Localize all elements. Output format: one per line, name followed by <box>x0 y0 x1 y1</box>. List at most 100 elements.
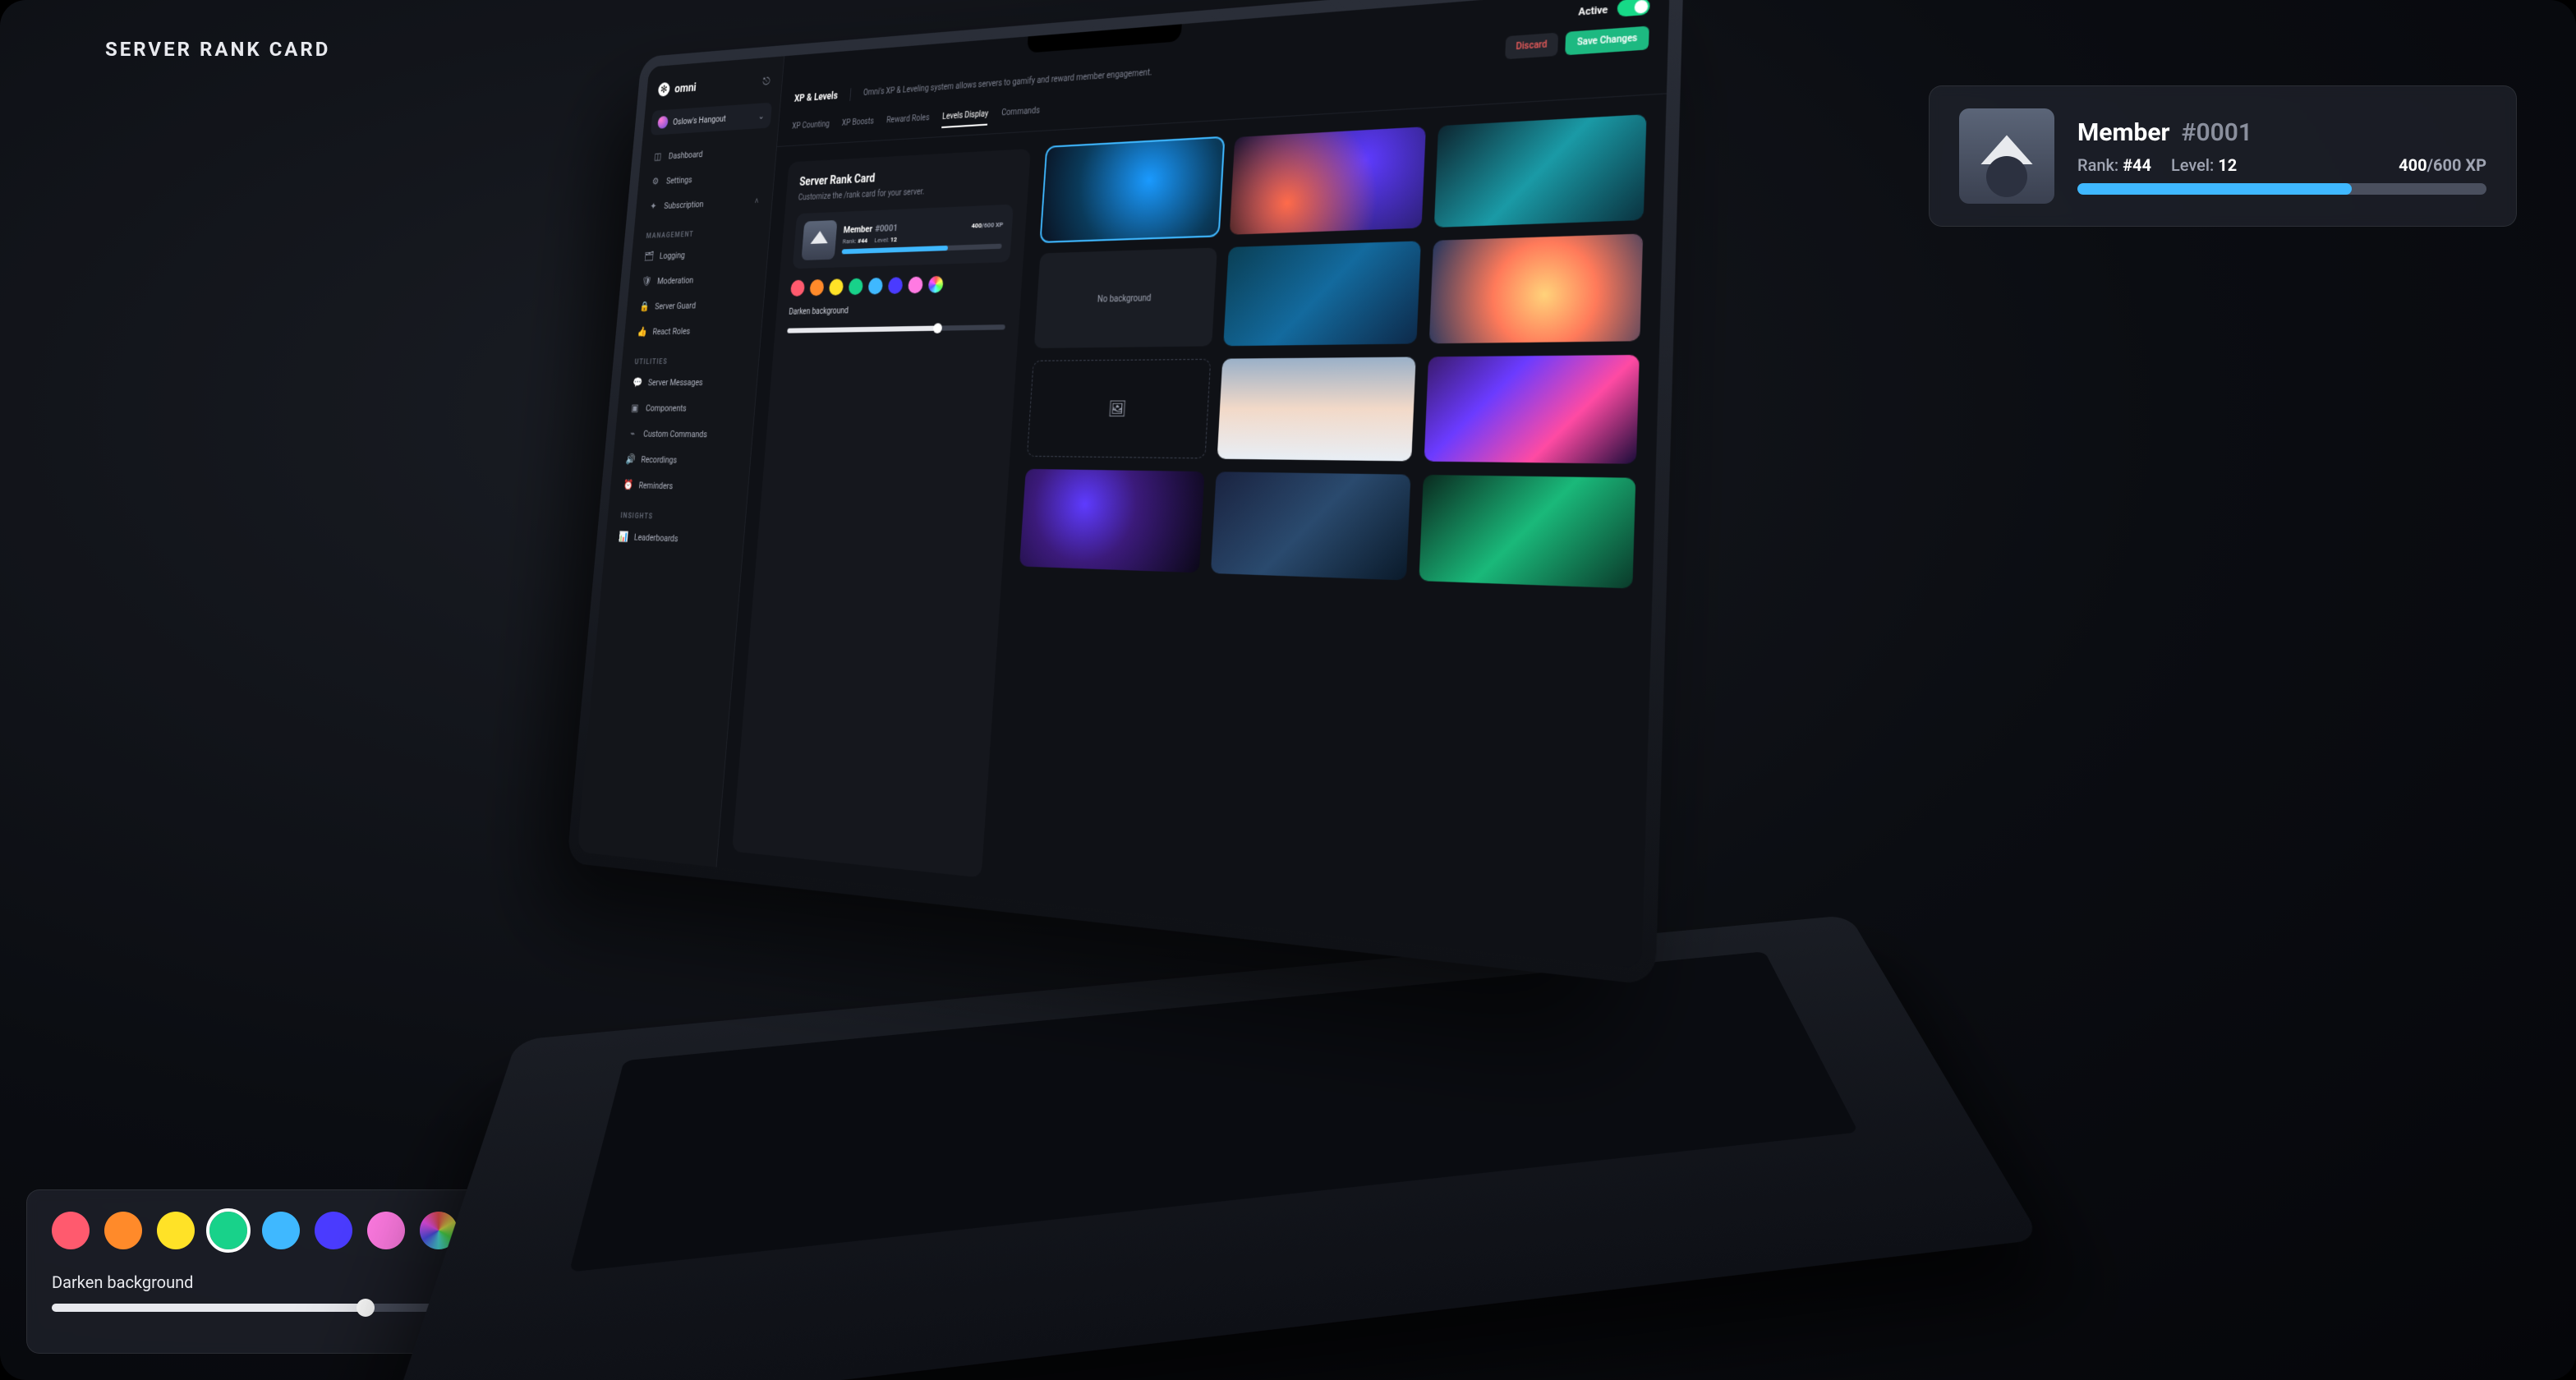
sidebar-item-leaderboards[interactable]: 📊 Leaderboards <box>613 525 736 552</box>
rank-card-settings-panel: Server Rank Card Customize the /rank car… <box>732 149 1031 878</box>
logo-icon <box>658 82 670 97</box>
color-swatch[interactable] <box>829 278 844 295</box>
clock-icon: ⏰ <box>623 479 632 490</box>
bg-tile[interactable] <box>1041 138 1223 242</box>
sidebar-item-label: Logging <box>659 250 685 261</box>
sidebar-item-label: React Roles <box>652 325 691 336</box>
color-swatch[interactable] <box>104 1212 142 1249</box>
sidebar-item-logging[interactable]: 🗂 Logging <box>638 241 761 267</box>
bg-tile[interactable] <box>1419 475 1635 589</box>
bg-tile[interactable] <box>1211 472 1411 580</box>
sidebar-item-recordings[interactable]: 🔊 Recordings <box>619 448 743 472</box>
color-swatch[interactable] <box>52 1212 90 1249</box>
sidebar-item-label: Moderation <box>657 274 694 286</box>
sidebar-item-label: Server Messages <box>647 377 703 388</box>
sidebar-item-react-roles[interactable]: 👍React Roles <box>632 319 754 343</box>
xp-current: 400 <box>2399 155 2426 175</box>
save-button[interactable]: Save Changes <box>1566 26 1649 56</box>
sidebar-item-components[interactable]: ▣Components <box>624 397 748 420</box>
sidebar-section-header: UTILITIES <box>629 352 752 368</box>
tab-commands[interactable]: Commands <box>1000 101 1041 124</box>
active-toggle[interactable] <box>1617 0 1650 17</box>
tab-reward-roles[interactable]: Reward Roles <box>886 108 930 131</box>
bg-tile-upload[interactable]: 🖼 <box>1027 359 1211 459</box>
color-swatch[interactable] <box>367 1212 405 1249</box>
xp-max: /600 XP <box>2427 155 2486 175</box>
color-swatch[interactable] <box>908 277 923 294</box>
laptop-mockup: omni ⎋ Oslow's Hangout ⌄ ◫Dashboard ⚙Set… <box>567 33 2292 1347</box>
chevron-up-icon: ˄ <box>754 197 759 206</box>
grid-icon: ◫ <box>653 151 663 163</box>
color-swatch[interactable] <box>157 1212 195 1249</box>
darken-bg-label: Darken background <box>789 303 1007 317</box>
level-label: Level: <box>874 236 889 244</box>
bg-tile-none[interactable]: No background <box>1034 247 1217 348</box>
color-swatch-custom[interactable] <box>928 276 944 293</box>
image-icon: 🖼 <box>1107 399 1127 418</box>
chart-icon: 📊 <box>619 531 628 542</box>
sidebar-item-settings[interactable]: ⚙Settings <box>645 164 766 193</box>
cmd-icon: ⌁ <box>628 428 637 439</box>
gear-icon: ⚙ <box>651 176 660 187</box>
lock-icon: 🔒 <box>639 301 649 312</box>
server-icon <box>657 116 669 129</box>
page-title: SERVER RANK CARD <box>105 38 330 61</box>
color-swatch-selected[interactable] <box>209 1212 247 1249</box>
sidebar-item-subscription[interactable]: ✦Subscription˄ <box>643 190 765 218</box>
sidebar-item-server-messages[interactable]: 💬 Server Messages <box>627 370 750 393</box>
bg-tile[interactable] <box>1217 357 1416 462</box>
color-swatch[interactable] <box>848 278 863 296</box>
brand: omni ⎋ <box>653 71 775 108</box>
bg-tile[interactable] <box>1429 233 1643 343</box>
background-grid: No background 🖼 <box>998 114 1646 945</box>
tab-xp-counting[interactable]: XP Counting <box>791 115 830 137</box>
color-swatch[interactable] <box>867 278 883 295</box>
sidebar-item-label: Leaderboards <box>633 531 678 544</box>
sidebar-item-reminders[interactable]: ⏰ Reminders <box>618 473 741 499</box>
sidebar-item-dashboard[interactable]: ◫Dashboard <box>647 139 769 168</box>
sidebar-item-label: Custom Commands <box>643 428 708 439</box>
color-swatch[interactable] <box>809 279 824 296</box>
darken-bg-slider[interactable] <box>787 324 1005 334</box>
bg-tile[interactable] <box>1434 114 1647 228</box>
bg-tile[interactable] <box>1223 241 1421 346</box>
xp-progress-bar <box>842 244 1002 255</box>
blocks-icon: ▣ <box>630 402 640 414</box>
sidebar-item-server-guard[interactable]: 🔒 Server Guard <box>633 292 756 318</box>
server-name: Oslow's Hangout <box>673 113 727 127</box>
breadcrumb: XP & Levels <box>794 90 839 104</box>
member-name: Member <box>843 223 872 235</box>
color-swatch[interactable] <box>262 1212 300 1249</box>
color-swatch[interactable] <box>790 280 805 297</box>
rank-value: #44 <box>858 237 868 244</box>
folder-icon: 🗂 <box>644 251 654 262</box>
chat-icon: 💬 <box>632 377 642 389</box>
bg-tile[interactable] <box>1230 126 1426 235</box>
rank-label: Rank: <box>842 237 856 246</box>
sidebar-item-label: Recordings <box>641 454 678 465</box>
bg-tile[interactable] <box>1424 355 1640 464</box>
sidebar-item-label: Server Guard <box>655 300 697 311</box>
sparkle-icon: ✦ <box>648 200 658 212</box>
sidebar-section-header: MANAGEMENT <box>641 223 762 242</box>
avatar <box>801 220 837 260</box>
xp-max: /600 XP <box>982 221 1004 229</box>
rank-card-preview: Member#0001 400/600 XP Rank: #44 Level: … <box>793 205 1014 269</box>
discard-button[interactable]: Discard <box>1505 33 1559 60</box>
bg-tile[interactable] <box>1019 469 1205 573</box>
member-discriminator: #0001 <box>875 223 898 234</box>
tab-levels-display[interactable]: Levels Display <box>941 104 989 128</box>
speaker-icon: 🔊 <box>625 453 635 465</box>
server-selector[interactable]: Oslow's Hangout ⌄ <box>651 103 772 136</box>
tab-xp-boosts[interactable]: XP Boosts <box>841 113 875 135</box>
color-swatch[interactable] <box>888 277 904 294</box>
color-swatch[interactable] <box>315 1212 352 1249</box>
sidebar-item-label: Reminders <box>638 480 674 491</box>
level-value: 12 <box>890 236 898 243</box>
active-label: Active <box>1578 3 1608 18</box>
sidebar-item-moderation[interactable]: 🛡Moderation <box>636 267 758 292</box>
chevron-down-icon: ⌄ <box>758 110 765 121</box>
darken-bg-slider[interactable] <box>52 1304 487 1312</box>
exit-icon[interactable]: ⎋ <box>762 76 770 89</box>
sidebar-item-custom-commands[interactable]: ⌁ Custom Commands <box>622 422 745 446</box>
